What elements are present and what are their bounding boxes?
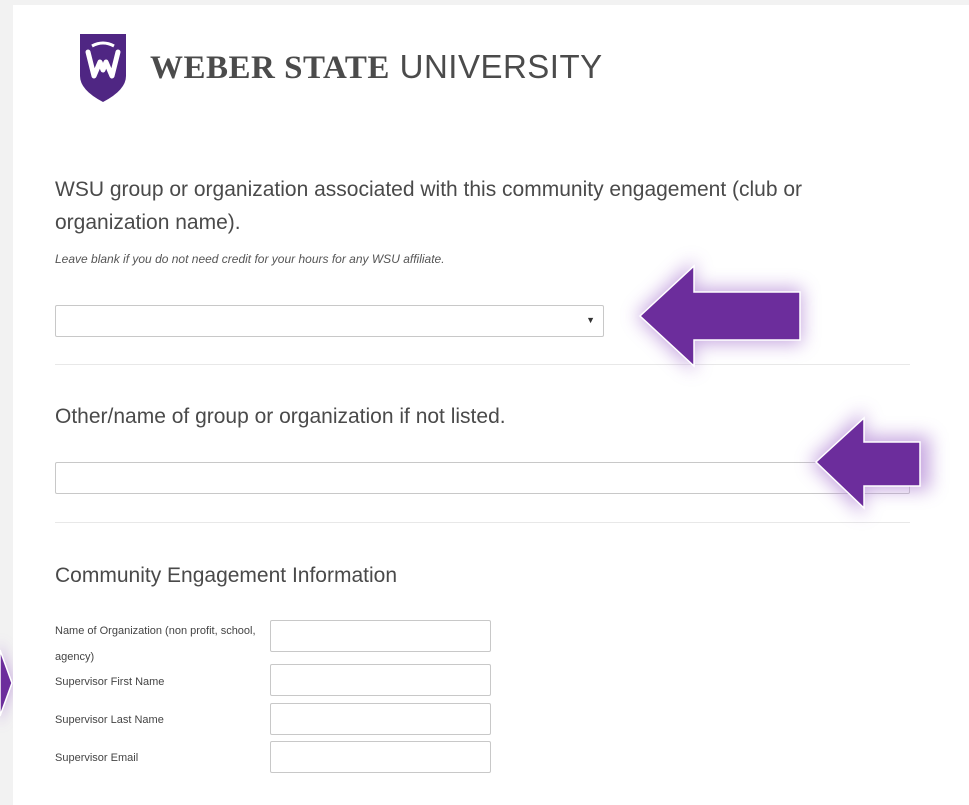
other-group-input[interactable] (55, 462, 910, 494)
organization-name-input[interactable] (270, 620, 491, 652)
university-wordmark: WEBER STATE UNIVERSITY (150, 48, 603, 87)
supervisor-email-label: Supervisor Email (55, 752, 139, 764)
purple-arrow-annotation-text-input (810, 410, 930, 516)
other-group-label: Other/name of group or organization if n… (55, 405, 506, 428)
group-question-help: Leave blank if you do not need credit fo… (55, 252, 445, 266)
supervisor-email-input[interactable] (270, 741, 491, 773)
university-logo: WEBER STATE UNIVERSITY (78, 32, 638, 102)
wsu-shield-logo-icon (80, 34, 126, 102)
divider (55, 522, 910, 523)
organization-name-label: Name of Organization (non profit, school… (55, 625, 256, 663)
wordmark-bold: WEBER STATE (150, 50, 390, 86)
supervisor-last-name-label: Supervisor Last Name (55, 714, 164, 726)
community-section-title: Community Engagement Information (55, 564, 397, 587)
supervisor-first-name-input[interactable] (270, 664, 491, 696)
supervisor-last-name-input[interactable] (270, 703, 491, 735)
supervisor-first-name-label: Supervisor First Name (55, 676, 165, 688)
wordmark-light: UNIVERSITY (399, 48, 603, 85)
group-question-label: WSU group or organization associated wit… (55, 178, 803, 234)
group-select[interactable]: ▼ (55, 305, 604, 337)
dropdown-caret-icon: ▼ (586, 315, 595, 325)
purple-arrow-annotation-dropdown (636, 260, 802, 372)
